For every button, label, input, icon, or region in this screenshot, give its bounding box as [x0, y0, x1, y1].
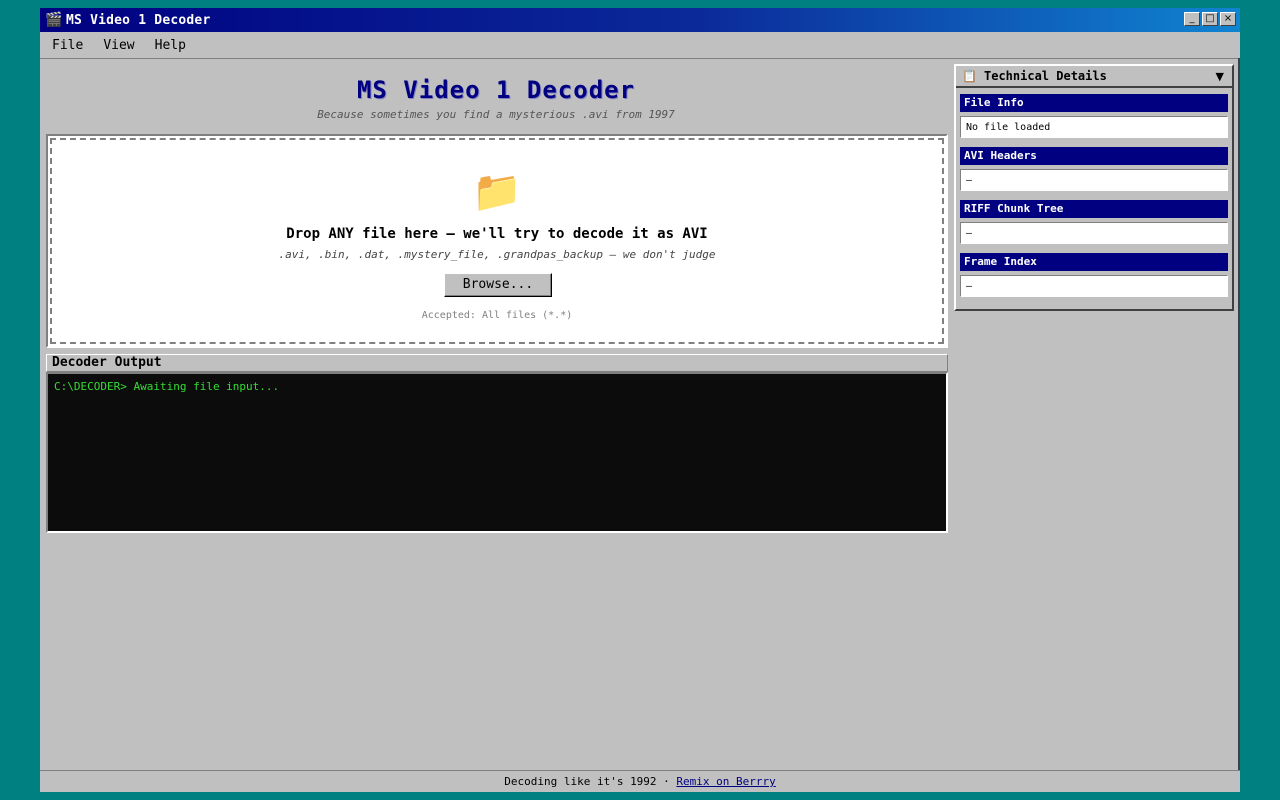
decoder-console[interactable]: C:\DECODER> Awaiting file input... — [46, 372, 948, 533]
section-avi-headers: AVI Headers — — [960, 147, 1228, 191]
section-value: — — [960, 275, 1228, 297]
maximize-button[interactable]: □ — [1202, 12, 1218, 26]
drop-zone-subtitle: .avi, .bin, .dat, .mystery_file, .grandp… — [278, 248, 716, 261]
section-title: Frame Index — [960, 253, 1228, 271]
window-controls: _ □ × — [1184, 12, 1236, 26]
page-title: MS Video 1 Decoder — [356, 76, 636, 104]
title-bar[interactable]: 🎬 MS Video 1 Decoder _ □ × — [40, 8, 1240, 32]
section-riff-chunk-tree: RIFF Chunk Tree — — [960, 200, 1228, 244]
section-title: AVI Headers — [960, 147, 1228, 165]
section-title: File Info — [960, 94, 1228, 112]
panel-title: Technical Details — [984, 69, 1107, 83]
clipboard-icon: 📋 — [962, 69, 977, 83]
chevron-down-icon[interactable]: ▼ — [1216, 70, 1224, 83]
drop-zone-title: Drop ANY file here — we'll try to decode… — [286, 226, 708, 242]
section-frame-index: Frame Index — — [960, 253, 1228, 297]
film-clapper-icon: 🎬 — [45, 12, 63, 28]
window-edge — [1238, 58, 1240, 770]
menu-view[interactable]: View — [95, 38, 142, 53]
section-title: RIFF Chunk Tree — [960, 200, 1228, 218]
status-text: Decoding like it's 1992 · — [504, 775, 677, 788]
browse-button[interactable]: Browse... — [444, 273, 552, 297]
accepted-types: Accepted: All files (*.*) — [421, 310, 573, 321]
menu-file[interactable]: File — [44, 38, 91, 53]
menu-help[interactable]: Help — [147, 38, 194, 53]
section-value: No file loaded — [960, 116, 1228, 138]
folder-icon: 📁 — [472, 169, 522, 215]
menu-bar: File View Help — [40, 32, 1240, 59]
drop-zone[interactable]: 📁 Drop ANY file here — we'll try to deco… — [46, 134, 948, 348]
minimize-button[interactable]: _ — [1184, 12, 1200, 26]
console-line: C:\DECODER> Awaiting file input... — [54, 380, 280, 393]
section-value: — — [960, 169, 1228, 191]
section-file-info: File Info No file loaded — [960, 94, 1228, 138]
window-title: MS Video 1 Decoder — [66, 12, 211, 28]
app-window: 🎬 MS Video 1 Decoder _ □ × File View Hel… — [40, 8, 1240, 792]
remix-link[interactable]: Remix on Berrry — [676, 775, 775, 788]
technical-details-panel: 📋 Technical Details ▼ File Info No file … — [954, 64, 1234, 311]
close-button[interactable]: × — [1220, 12, 1236, 26]
section-value: — — [960, 222, 1228, 244]
decoder-output-label: Decoder Output — [46, 354, 948, 372]
panel-header[interactable]: 📋 Technical Details ▼ — [956, 66, 1232, 88]
drop-zone-inner[interactable]: 📁 Drop ANY file here — we'll try to deco… — [50, 138, 944, 344]
status-bar: Decoding like it's 1992 · Remix on Berrr… — [40, 770, 1240, 792]
page-subtitle: Because sometimes you find a mysterious … — [317, 108, 675, 121]
